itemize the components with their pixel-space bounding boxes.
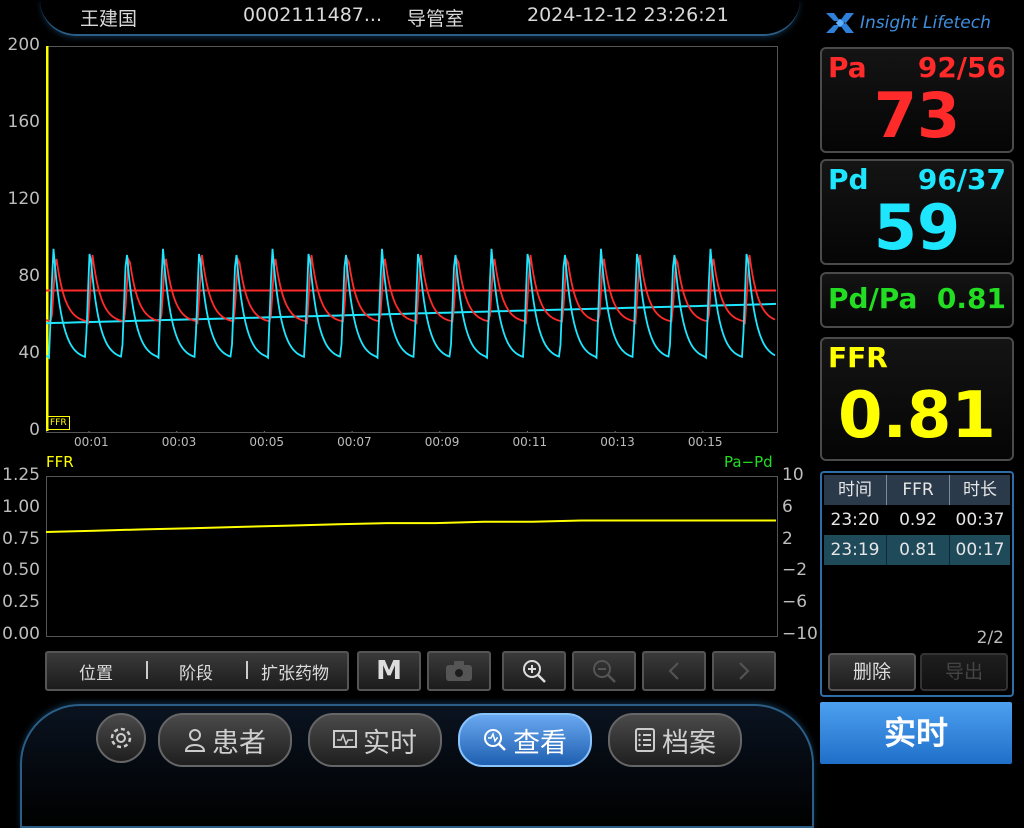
nav-review[interactable]: 查看	[458, 713, 592, 767]
row-ffr: 0.81	[899, 540, 937, 560]
nav-realtime[interactable]: 实时	[308, 713, 442, 767]
zoom-in-icon	[523, 660, 546, 683]
realtime-button[interactable]: 实时	[820, 702, 1012, 764]
nav-patient[interactable]: 患者	[158, 713, 292, 767]
dilation-drug-button[interactable]: 扩张药物	[261, 659, 329, 684]
trend-right-tick: 2	[782, 528, 793, 549]
stage-button[interactable]: 阶段	[179, 659, 213, 684]
position-button[interactable]: 位置	[79, 659, 113, 684]
table-row[interactable]: 23:20 0.92 00:37	[824, 505, 1010, 535]
ratio-value: 0.81	[936, 282, 1006, 315]
table-row-selected[interactable]: 23:19 0.81 00:17	[824, 535, 1010, 565]
room-name: 导管室	[407, 8, 465, 30]
col-ffr: FFR	[902, 480, 934, 500]
y-tick-label: 200	[7, 35, 40, 55]
trend-left-tick: 1.00	[2, 496, 40, 517]
x-tick-label: 00:07	[337, 435, 372, 449]
trend-left-label: FFR	[46, 453, 74, 471]
settings-button[interactable]	[96, 713, 146, 763]
chevron-left-icon	[668, 662, 679, 680]
zoom-out-icon	[593, 660, 616, 683]
trend-left-tick: 1.25	[2, 465, 40, 485]
row-duration: 00:17	[955, 540, 1005, 560]
ratio-panel: Pd/Pa 0.81	[820, 272, 1014, 328]
col-time: 时间	[838, 480, 872, 500]
search-wave-icon	[484, 729, 506, 751]
person-icon	[184, 729, 206, 752]
table-header: 时间 FFR 时长	[824, 475, 1010, 505]
ffr-trend-chart	[46, 519, 776, 533]
ffr-results-table: 时间 FFR 时长 23:20 0.92 00:37 23:19 0.81 00…	[820, 471, 1014, 697]
archive-icon	[635, 728, 655, 752]
prev-button[interactable]	[642, 651, 706, 691]
y-tick-label: 120	[7, 189, 40, 209]
trend-right-tick: 10	[782, 465, 804, 485]
next-button[interactable]	[712, 651, 776, 691]
ffr-panel: FFR 0.81	[820, 337, 1014, 461]
x-tick-label: 00:05	[249, 435, 284, 449]
trend-right-tick: −10	[782, 624, 818, 644]
zoom-in-button[interactable]	[502, 651, 566, 691]
trend-right-tick: −2	[782, 560, 808, 581]
zoom-out-button[interactable]	[572, 651, 636, 691]
pressure-chart	[46, 46, 777, 432]
pd-mean: 59	[873, 191, 961, 264]
annotation-toolbar: 位置 阶段 扩张药物	[45, 651, 349, 691]
export-button[interactable]: 导出	[920, 653, 1008, 691]
gear-icon	[110, 727, 132, 749]
brand-logo: Insight Lifetech	[824, 9, 1014, 37]
m-label: M	[376, 656, 402, 686]
x-tick-label: 00:01	[74, 435, 109, 449]
trend-right-label: Pa−Pd	[724, 453, 773, 471]
row-time: 23:20	[830, 510, 880, 530]
pa-mean: 73	[873, 79, 961, 152]
nav-archive-label: 档案	[662, 727, 716, 759]
col-duration: 时长	[963, 480, 997, 500]
chevron-right-icon	[739, 662, 750, 680]
x-tick-label: 00:13	[600, 435, 635, 449]
pd-waveform	[46, 248, 776, 360]
brand-name: Insight Lifetech	[860, 13, 991, 33]
y-tick-label: 160	[7, 112, 40, 132]
nav-archive[interactable]: 档案	[608, 713, 742, 767]
ffr-marker: FFR	[47, 416, 70, 430]
x-tick-label: 00:09	[424, 435, 460, 449]
trend-left-tick: 0.00	[2, 624, 40, 644]
logo-icon	[826, 13, 854, 33]
x-tick-label: 00:15	[687, 435, 723, 449]
trend-right-tick: −6	[782, 592, 808, 613]
patient-name: 王建国	[80, 8, 138, 30]
x-tick-label: 00:11	[512, 435, 548, 449]
y-tick-label: 80	[18, 266, 40, 286]
ffr-trend-line	[46, 519, 776, 533]
trend-left-tick: 0.50	[2, 560, 40, 581]
row-duration: 00:37	[955, 510, 1005, 530]
camera-button[interactable]	[427, 651, 491, 691]
nav-patient-label: 患者	[212, 727, 266, 759]
row-time: 23:19	[830, 540, 880, 560]
x-tick-label: 00:03	[161, 435, 197, 449]
nav-review-label: 查看	[513, 727, 567, 759]
row-ffr: 0.92	[899, 510, 937, 530]
camera-icon	[446, 661, 472, 681]
monitor-icon	[333, 730, 357, 748]
pa-panel: Pa 92/56 73	[820, 47, 1014, 153]
page-indicator: 2/2	[976, 628, 1004, 648]
y-tick-label: 40	[18, 343, 40, 363]
nav-realtime-label: 实时	[363, 727, 417, 759]
datetime: 2024-12-12 23:26:21	[527, 4, 729, 26]
trend-left-tick: 0.25	[2, 592, 40, 613]
ffr-label: FFR	[828, 341, 888, 374]
trend-right-tick: 6	[782, 496, 793, 517]
y-tick-label: 0	[29, 420, 40, 440]
trend-left-tick: 0.75	[2, 528, 40, 549]
pd-panel: Pd 96/37 59	[820, 159, 1014, 265]
delete-button[interactable]: 删除	[828, 653, 916, 691]
mark-m-button[interactable]: M	[357, 651, 421, 691]
patient-id: 0002111487...	[243, 4, 383, 26]
ffr-value: 0.81	[838, 379, 996, 453]
ratio-label: Pd/Pa	[828, 282, 918, 315]
